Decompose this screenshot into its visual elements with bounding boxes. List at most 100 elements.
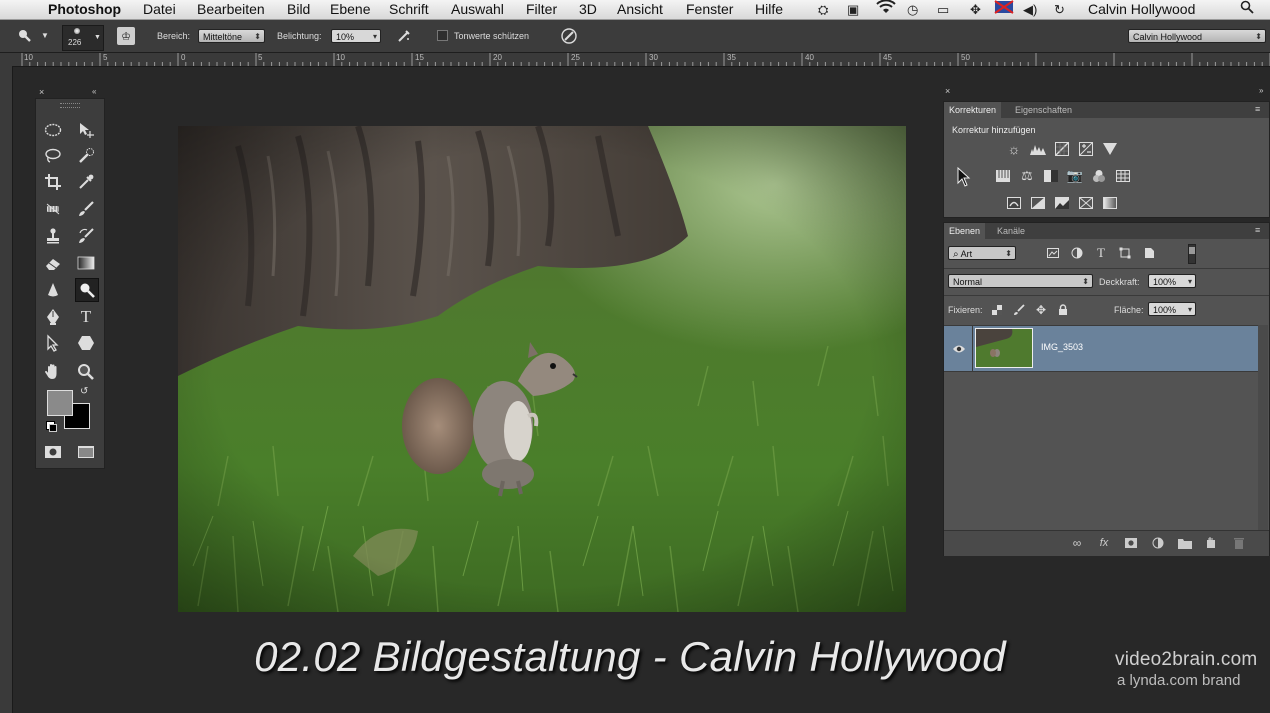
brush-tool[interactable] xyxy=(75,198,97,220)
filter-toggle[interactable] xyxy=(1188,244,1196,264)
workspace-select[interactable]: Calvin Hollywood ⬍ xyxy=(1128,29,1266,43)
move-tool[interactable] xyxy=(75,119,97,141)
foreground-color-swatch[interactable] xyxy=(47,390,73,416)
collapse-icon[interactable]: « xyxy=(92,87,96,96)
channel-mixer-icon[interactable] xyxy=(1091,168,1107,184)
levels-icon[interactable] xyxy=(1030,141,1046,157)
filter-type-icon[interactable]: T xyxy=(1093,245,1109,261)
belichtung-input[interactable]: 10% ▾ xyxy=(331,29,381,43)
monitor-icon[interactable]: ▭ xyxy=(937,0,949,19)
lock-all-icon[interactable] xyxy=(1055,302,1071,318)
new-group-icon[interactable] xyxy=(1177,535,1193,551)
volume-icon[interactable]: ◀) xyxy=(1023,0,1037,19)
photo-filter-icon[interactable]: 📷 xyxy=(1067,168,1083,184)
tab-ebenen[interactable]: Ebenen xyxy=(944,223,986,239)
filter-adjustment-icon[interactable] xyxy=(1069,245,1085,261)
collapse-icon[interactable]: » xyxy=(1259,86,1263,95)
brightness-contrast-icon[interactable]: ☼ xyxy=(1006,141,1022,157)
menu-bild[interactable]: Bild xyxy=(287,0,310,19)
eyedropper-tool[interactable] xyxy=(75,171,97,193)
app-menu[interactable]: Photoshop xyxy=(48,0,121,19)
bereich-select[interactable]: Mitteltöne ⬍ xyxy=(198,29,265,43)
default-colors-icon[interactable] xyxy=(46,421,57,432)
panel-menu-icon[interactable]: ≡ xyxy=(1255,104,1260,114)
add-mask-icon[interactable] xyxy=(1123,535,1139,551)
quick-selection-tool[interactable] xyxy=(75,145,97,167)
color-balance-icon[interactable]: ⚖ xyxy=(1019,168,1035,184)
pen-tool[interactable] xyxy=(42,306,64,328)
crop-tool[interactable] xyxy=(42,171,64,193)
screen-mode-button[interactable] xyxy=(75,441,97,463)
new-layer-icon[interactable] xyxy=(1204,535,1220,551)
layer-name[interactable]: IMG_3503 xyxy=(1041,342,1083,352)
tonwerte-checkbox[interactable] xyxy=(437,30,448,41)
tab-korrekturen[interactable]: Korrekturen xyxy=(944,102,1002,118)
blend-mode-select[interactable]: Normal ⬍ xyxy=(948,274,1093,288)
document-canvas[interactable] xyxy=(178,126,906,612)
toolbox-header[interactable]: × « xyxy=(37,87,103,97)
posterize-icon[interactable] xyxy=(1030,195,1046,211)
panel-dock-header[interactable]: × » xyxy=(943,86,1270,98)
tab-kanaele[interactable]: Kanäle xyxy=(992,223,1030,239)
layer-thumbnail[interactable] xyxy=(975,328,1033,368)
menu-3d[interactable]: 3D xyxy=(579,0,597,19)
zoom-tool[interactable] xyxy=(75,361,97,383)
eye-visibility-icon[interactable] xyxy=(952,341,966,359)
eraser-tool[interactable] xyxy=(42,252,64,274)
trash-icon[interactable] xyxy=(1231,535,1247,551)
display-icon[interactable]: ▣ xyxy=(847,0,859,19)
layers-scrollbar[interactable] xyxy=(1258,325,1268,530)
layer-filter-select[interactable]: ⌕ Art ⬍ xyxy=(948,246,1016,260)
gradient-map-icon[interactable] xyxy=(1102,195,1118,211)
exposure-icon[interactable] xyxy=(1078,141,1094,157)
menu-datei[interactable]: Datei xyxy=(143,0,176,19)
type-tool[interactable]: T xyxy=(75,306,97,328)
marquee-tool[interactable] xyxy=(42,119,64,141)
opacity-input[interactable]: 100% ▾ xyxy=(1148,274,1196,288)
preset-dropdown-arrow[interactable]: ▼ xyxy=(41,29,49,43)
lock-image-icon[interactable] xyxy=(1011,302,1027,318)
panel-menu-icon[interactable]: ≡ xyxy=(1255,225,1260,235)
menu-ansicht[interactable]: Ansicht xyxy=(617,0,663,19)
blur-tool[interactable] xyxy=(42,279,64,301)
toolbox-grip[interactable] xyxy=(60,103,80,108)
curves-icon[interactable] xyxy=(1054,141,1070,157)
spotlight-search-icon[interactable] xyxy=(1240,0,1254,19)
tab-eigenschaften[interactable]: Eigenschaften xyxy=(1010,102,1077,118)
lock-transparency-icon[interactable] xyxy=(989,302,1005,318)
lock-position-icon[interactable]: ✥ xyxy=(1033,302,1049,318)
time-machine-icon[interactable]: ◷ xyxy=(907,0,918,19)
layer-row[interactable]: IMG_3503 xyxy=(944,325,1258,372)
path-selection-tool[interactable] xyxy=(42,332,64,354)
airbrush-icon[interactable] xyxy=(395,27,413,45)
filter-smart-object-icon[interactable] xyxy=(1141,245,1157,261)
menu-schrift[interactable]: Schrift xyxy=(389,0,429,19)
filter-shape-icon[interactable] xyxy=(1117,245,1133,261)
shape-tool[interactable] xyxy=(75,332,97,354)
link-layers-icon[interactable]: ∞ xyxy=(1069,535,1085,551)
healing-brush-tool[interactable] xyxy=(42,198,64,220)
close-icon[interactable]: × xyxy=(945,86,950,96)
history-brush-tool[interactable] xyxy=(75,225,97,247)
brush-panel-icon[interactable]: ♔ xyxy=(117,27,135,45)
dodge-tool-preset-icon[interactable] xyxy=(16,27,34,45)
user-menu[interactable]: Calvin Hollywood xyxy=(1088,0,1195,19)
fx-icon[interactable]: fx xyxy=(1096,535,1112,551)
pressure-size-icon[interactable] xyxy=(560,27,578,45)
dodge-tool[interactable] xyxy=(75,278,99,302)
menu-ebene[interactable]: Ebene xyxy=(330,0,370,19)
hand-tool[interactable] xyxy=(42,361,64,383)
brush-size-picker[interactable]: 226 ▼ xyxy=(62,25,104,51)
selective-color-icon[interactable] xyxy=(1078,195,1094,211)
threshold-icon[interactable] xyxy=(1054,195,1070,211)
swap-colors-icon[interactable]: ↺ xyxy=(80,386,88,397)
gradient-tool[interactable] xyxy=(75,252,97,274)
black-white-icon[interactable] xyxy=(1043,168,1059,184)
menu-hilfe[interactable]: Hilfe xyxy=(755,0,783,19)
flag-icon[interactable] xyxy=(994,0,1014,19)
invert-icon[interactable] xyxy=(1006,195,1022,211)
hue-saturation-icon[interactable] xyxy=(995,168,1011,184)
wifi-icon[interactable] xyxy=(876,0,896,19)
status-app-icon[interactable]: ⛭ xyxy=(818,0,828,19)
lasso-tool[interactable] xyxy=(42,145,64,167)
